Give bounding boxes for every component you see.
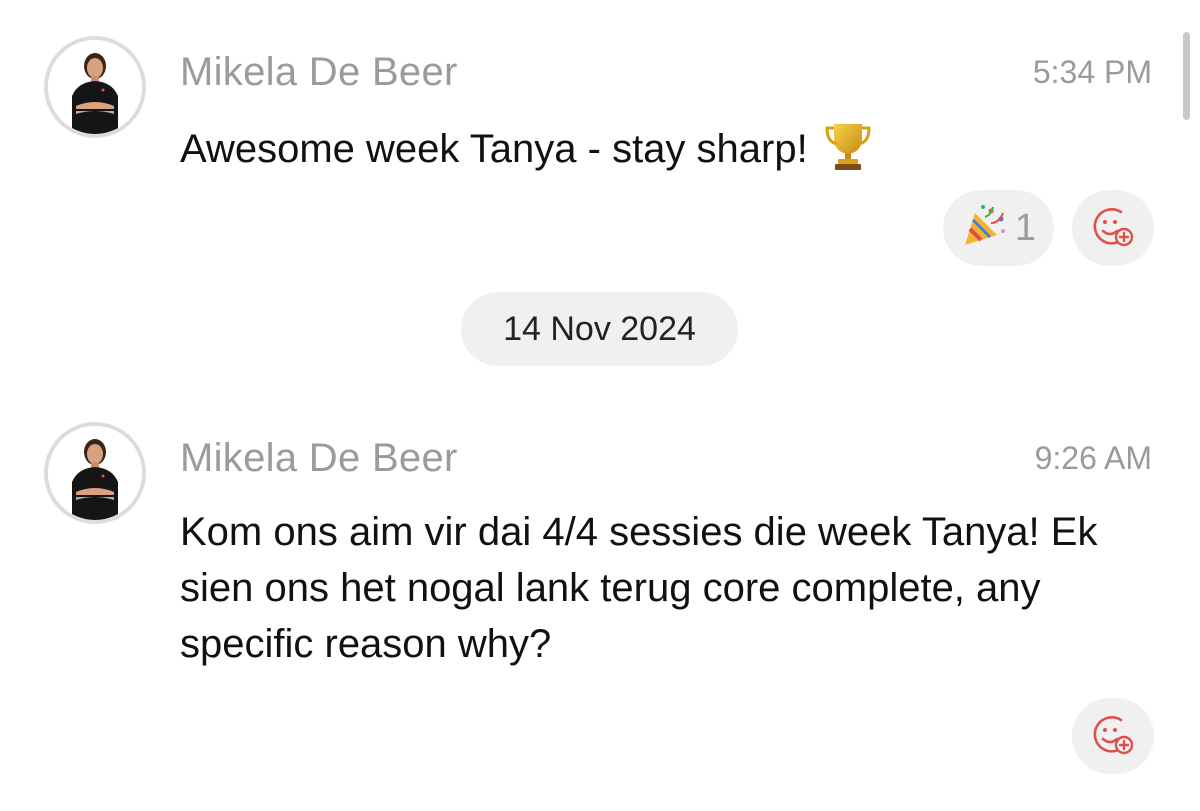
message-time: 9:26 AM [1034,440,1152,476]
message-time: 5:34 PM [1032,54,1152,90]
message-text: Awesome week Tanya - stay sharp! [180,120,1170,185]
avatar[interactable] [44,422,146,524]
add-reaction-icon [1091,204,1135,253]
message-text: Kom ons aim vir dai 4/4 sessies die week… [180,510,1098,666]
reaction-count: 1 [1014,206,1036,249]
add-reaction-icon [1091,712,1135,761]
scrollbar[interactable] [1183,32,1190,120]
reaction-chip[interactable]: 1 [942,190,1054,266]
party-popper-icon [961,203,1007,254]
reaction-row [1072,698,1154,774]
avatar-photo [48,40,142,134]
sender-name: Mikela De Beer [180,50,458,94]
add-reaction-button[interactable] [1072,190,1154,266]
chat-thread: Mikela De Beer 5:34 PM Awesome week Tany… [0,0,1200,811]
trophy-icon [825,120,871,185]
date-separator: 14 Nov 2024 [461,292,738,366]
reaction-row: 1 [942,190,1154,266]
add-reaction-button[interactable] [1072,698,1154,774]
message-text-content: Awesome week Tanya - stay sharp! [180,127,808,171]
avatar[interactable] [44,36,146,138]
sender-name: Mikela De Beer [180,436,458,480]
avatar-photo [48,426,142,520]
